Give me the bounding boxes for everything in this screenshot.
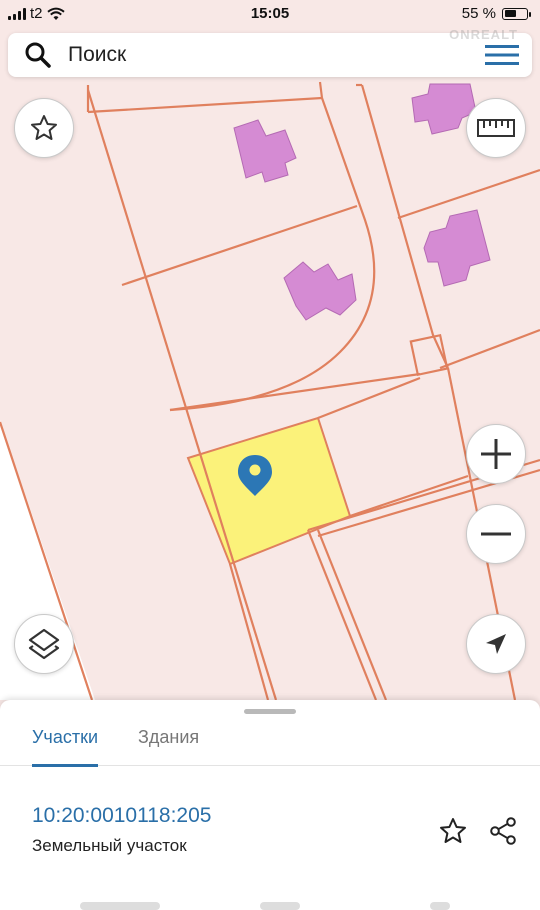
- tab-parcels[interactable]: Участки: [32, 718, 98, 767]
- battery-icon: [502, 7, 531, 20]
- share-button[interactable]: [486, 814, 520, 848]
- cadastral-number-link[interactable]: 10:20:0010118:205: [32, 804, 211, 828]
- favorite-map-button[interactable]: [14, 98, 74, 158]
- zoom-in-icon: [481, 439, 511, 469]
- sheet-drag-handle[interactable]: [244, 709, 296, 714]
- add-to-favorites-button[interactable]: [436, 814, 470, 848]
- share-icon: [490, 817, 516, 845]
- zoom-in-button[interactable]: [466, 424, 526, 484]
- battery-fill: [504, 10, 517, 17]
- next-content-peek: [0, 898, 540, 910]
- clock: 15:05: [250, 5, 290, 22]
- search-icon[interactable]: [8, 33, 68, 77]
- search-input[interactable]: [68, 43, 472, 67]
- star-icon: [440, 818, 466, 843]
- tab-bar: Участки Здания: [0, 718, 540, 767]
- star-icon: [31, 115, 57, 140]
- menu-icon[interactable]: ONREALT: [449, 27, 532, 77]
- search-bar: ONREALT: [8, 27, 532, 77]
- app-screen: t2 15:05 55 % ONREALT: [0, 0, 540, 910]
- status-bar: t2 15:05 55 %: [0, 0, 540, 30]
- layers-icon: [28, 628, 60, 660]
- parcel-type-label: Земельный участок: [32, 836, 187, 855]
- locate-arrow-icon: [486, 634, 506, 654]
- active-tab-indicator: [32, 764, 98, 767]
- layers-button[interactable]: [14, 614, 74, 674]
- bottom-sheet: Участки Здания 10:20:0010118:205 Земельн…: [0, 700, 540, 910]
- tab-label: Здания: [138, 727, 200, 747]
- ruler-button[interactable]: [466, 98, 526, 158]
- watermark: ONREALT: [449, 27, 518, 42]
- ruler-icon: [477, 119, 515, 137]
- zoom-out-icon: [481, 532, 511, 536]
- tab-label: Участки: [32, 727, 98, 747]
- battery-percent: 55 %: [461, 5, 496, 22]
- my-location-button[interactable]: [466, 614, 526, 674]
- tab-buildings[interactable]: Здания: [138, 718, 199, 766]
- zoom-out-button[interactable]: [466, 504, 526, 564]
